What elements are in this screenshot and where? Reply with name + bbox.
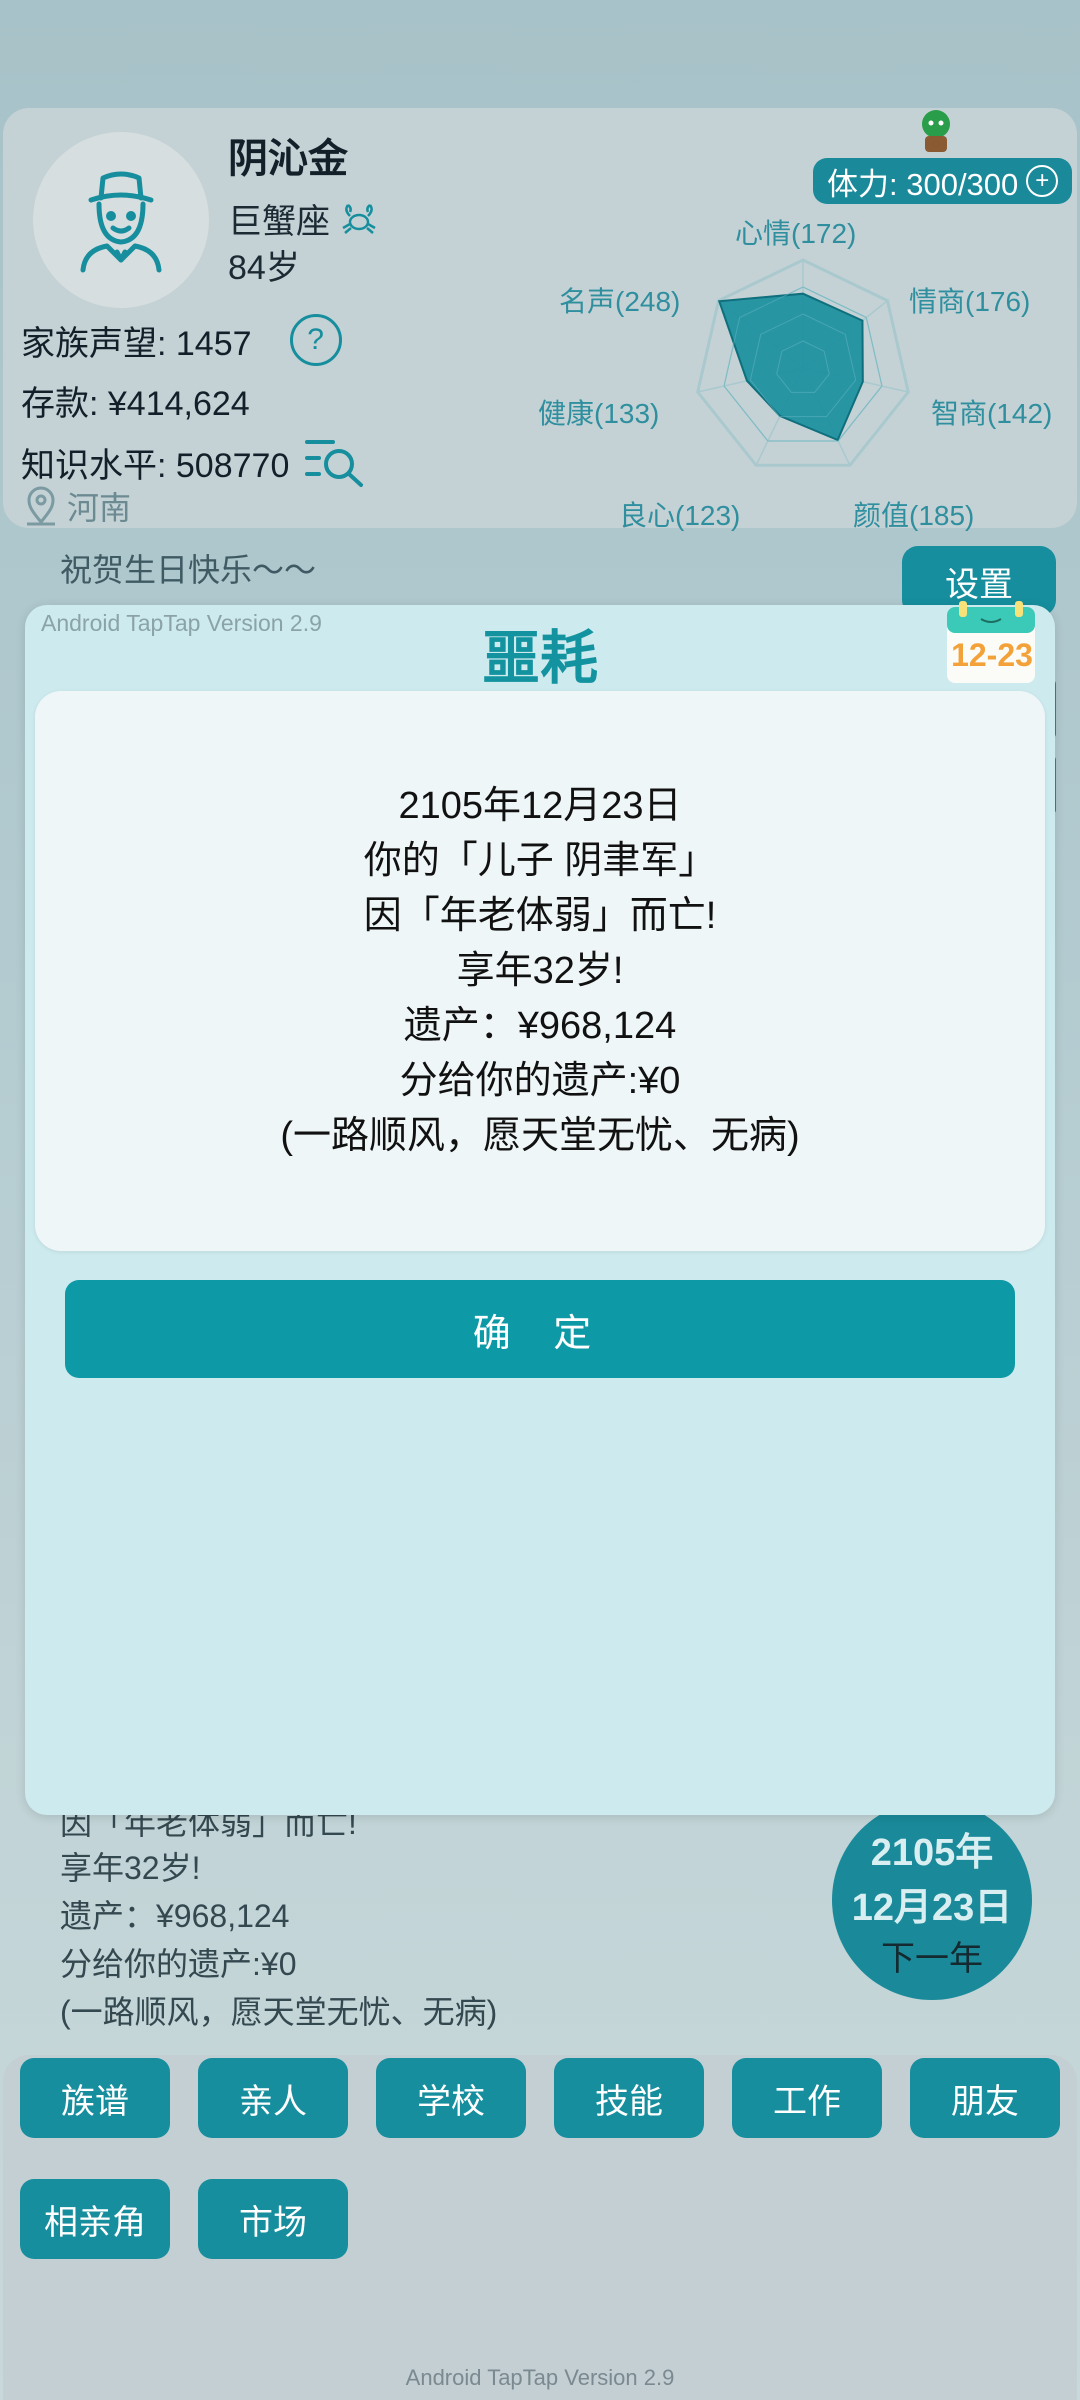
calendar-icon: 12-23: [945, 601, 1039, 687]
radar-value-area: [717, 292, 864, 442]
radar-label-looks: 颜值(185): [853, 500, 975, 531]
log-line: 遗产：¥968,124: [60, 1898, 290, 1934]
message-line: 分给你的遗产:¥0: [399, 1059, 681, 1102]
message-box: 2105年12月23日 你的「儿子 阴聿军」 因「年老体弱」而亡! 享年32岁!…: [35, 691, 1045, 1251]
radar-label-iq: 智商(142): [931, 398, 1053, 429]
calendar-date: 12-23: [951, 637, 1033, 673]
next-year-label: 下一年: [881, 1939, 983, 1978]
family-reputation-text: 家族声望: 1457: [21, 324, 252, 363]
message-line: 2105年12月23日: [398, 784, 682, 827]
current-year: 2105年: [870, 1831, 994, 1874]
log-line: (一路顺风，愿天堂无忧、无病): [60, 1994, 498, 2030]
nav-relatives-button[interactable]: 亲人: [198, 2058, 348, 2138]
nav-family-tree-button[interactable]: 族谱: [20, 2058, 170, 2138]
location-pin-icon: [27, 486, 55, 526]
profile-card: 阴沁金 巨蟹座 84岁 家族声望: 1457 ? 存款: ¥414,624 知识…: [3, 108, 1077, 531]
nav-market-button[interactable]: 市场: [198, 2179, 348, 2259]
age: 84岁: [228, 249, 300, 287]
stamina-bar[interactable]: 体力: 300/300 +: [813, 158, 1073, 204]
modal-title: 噩耗: [481, 626, 598, 691]
log-line: 分给你的遗产:¥0: [60, 1946, 297, 1982]
radar-label-fame: 名声(248): [559, 286, 681, 317]
log-line: 享年32岁!: [60, 1850, 201, 1886]
knowledge-text: 知识水平: 508770: [21, 446, 290, 485]
stamina-text: 体力: 300/300: [827, 166, 1019, 202]
mascot-icon: [922, 110, 950, 152]
radar-chart: [696, 258, 910, 467]
nav-friends-button[interactable]: 朋友: [910, 2058, 1060, 2138]
radar-label-conscience: 良心(123): [619, 500, 741, 531]
nav-matchmaking-button[interactable]: 相亲角: [20, 2179, 170, 2259]
death-notice-modal: Android TapTap Version 2.9 噩耗 12-23 2105…: [25, 601, 1055, 1815]
greeting-text: 祝贺生日快乐〜〜: [60, 552, 317, 588]
crab-icon: [342, 203, 376, 234]
person-hat-icon: [80, 171, 162, 273]
location: 河南: [23, 483, 131, 529]
message-line: 因「年老体弱」而亡!: [363, 894, 717, 937]
message-line: (一路顺风，愿天堂无忧、无病): [280, 1114, 800, 1157]
savings: 存款: ¥414,624: [21, 385, 250, 423]
avatar[interactable]: [33, 132, 209, 308]
message-line: 享年32岁!: [456, 949, 624, 992]
zodiac-label: 巨蟹座: [228, 203, 330, 241]
current-date: 12月23日: [851, 1886, 1013, 1929]
location-text: 河南: [67, 490, 132, 526]
radar-label-health: 健康(133): [538, 398, 660, 429]
nav-school-button[interactable]: 学校: [376, 2058, 526, 2138]
message-line: 你的「儿子 阴聿军」: [363, 839, 717, 882]
radar-label-eq: 情商(176): [909, 286, 1031, 317]
bottom-nav-panel: 族谱 亲人 学校 技能 工作 朋友 相亲角 市场: [3, 2055, 1077, 2400]
radar-label-mood: 心情(172): [735, 218, 857, 249]
knowledge: 知识水平: 508770: [21, 436, 367, 488]
message-line: 遗产：¥968,124: [403, 1004, 677, 1047]
nav-skills-button[interactable]: 技能: [554, 2058, 704, 2138]
help-icon[interactable]: ?: [289, 314, 342, 366]
zodiac: 巨蟹座: [228, 194, 378, 243]
attribute-radar: [533, 208, 1073, 533]
search-list-icon[interactable]: [303, 436, 367, 488]
footer-version: Android TapTap Version 2.9: [405, 2365, 675, 2390]
next-year-button[interactable]: 2105年 12月23日 下一年: [832, 1800, 1032, 2000]
character-name: 阴沁金: [228, 137, 348, 181]
family-reputation: 家族声望: 1457 ?: [21, 314, 342, 366]
nav-work-button[interactable]: 工作: [732, 2058, 882, 2138]
add-stamina-icon[interactable]: +: [1026, 165, 1059, 197]
confirm-button[interactable]: 确 定: [65, 1280, 1015, 1378]
